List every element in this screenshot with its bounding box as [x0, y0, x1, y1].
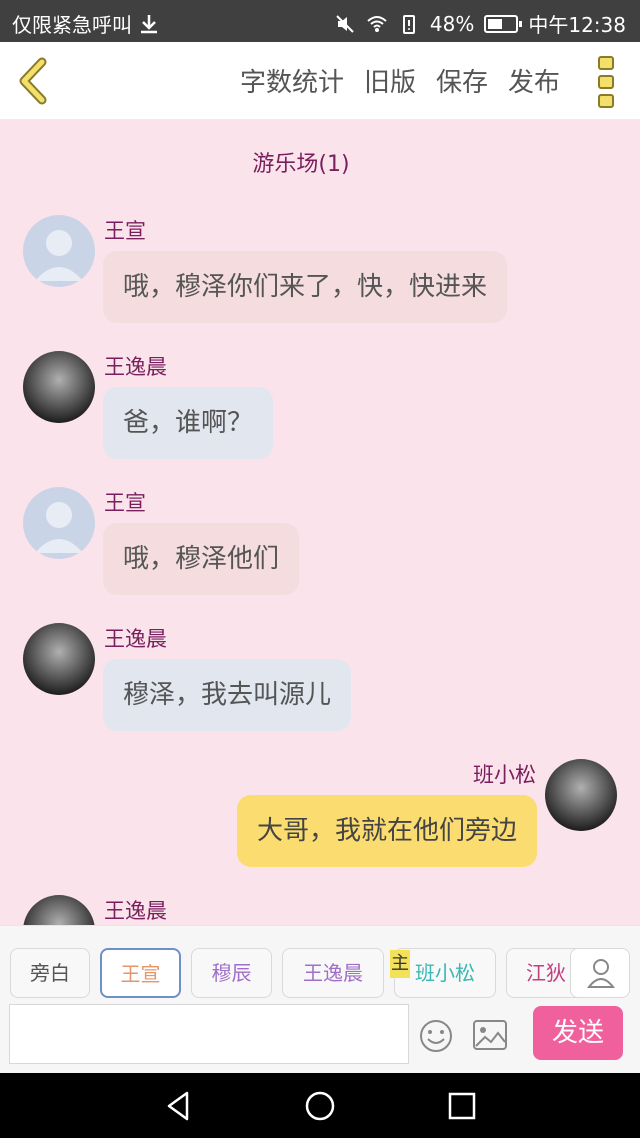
- avatar[interactable]: [545, 759, 617, 831]
- person-icon: [586, 959, 616, 988]
- more-menu-button[interactable]: [598, 56, 618, 108]
- more-dot-icon: [598, 75, 614, 89]
- message-bubble[interactable]: 哦，穆泽他们: [103, 523, 300, 595]
- word-count-button[interactable]: 字数统计: [240, 62, 344, 99]
- smiley-icon: [420, 1020, 452, 1052]
- room-title: 游乐场(1): [252, 152, 350, 177]
- role-manage-button[interactable]: [570, 948, 630, 998]
- save-button[interactable]: 保存: [436, 62, 488, 99]
- battery-icon: [484, 14, 523, 33]
- more-dot-icon: [598, 56, 614, 70]
- old-version-button[interactable]: 旧版: [364, 62, 416, 99]
- action-menu: 字数统计 旧版 保存 发布: [240, 62, 560, 99]
- message-input[interactable]: [9, 1004, 409, 1064]
- avatar[interactable]: [23, 487, 95, 559]
- message-bubble[interactable]: 爸，谁啊？: [103, 387, 274, 459]
- image-icon: [473, 1020, 507, 1050]
- message-bubble[interactable]: 大哥，我就在他们旁边: [236, 795, 537, 867]
- message-bubble[interactable]: 穆泽，我去叫源儿: [103, 659, 352, 731]
- role-selector: 旁白 王宣 穆辰 王逸晨 班小松 江狄: [0, 948, 640, 1000]
- role-wangyichen[interactable]: 王逸晨: [282, 948, 384, 998]
- avatar[interactable]: [23, 895, 95, 925]
- back-nav-icon[interactable]: [161, 1089, 195, 1123]
- status-bar: 仅限紧急呼叫 48% 中午12:38: [0, 0, 640, 42]
- host-badge: 主: [390, 950, 410, 978]
- message-bubble[interactable]: 哦，穆泽你们来了，快，快进来: [103, 251, 508, 323]
- role-muchen[interactable]: 穆辰: [191, 948, 272, 998]
- download-icon: [141, 14, 157, 33]
- default-user-icon: [35, 230, 83, 281]
- role-narrator[interactable]: 旁白: [10, 948, 90, 998]
- avatar[interactable]: [23, 623, 95, 695]
- wifi-icon: [367, 15, 387, 32]
- sender-name: 王宣: [104, 491, 146, 515]
- home-nav-icon[interactable]: [303, 1089, 337, 1123]
- more-dot-icon: [598, 94, 614, 108]
- recents-nav-icon[interactable]: [445, 1089, 479, 1123]
- battery-alert-icon: [402, 14, 415, 34]
- sender-name: 王逸晨: [104, 355, 167, 379]
- status-time: 中午12:38: [528, 13, 626, 37]
- back-button[interactable]: [14, 56, 54, 106]
- publish-button[interactable]: 发布: [508, 62, 560, 99]
- sender-name: 班小松: [473, 763, 536, 787]
- battery-percent: 48%: [429, 11, 475, 36]
- send-button[interactable]: 发送: [533, 1006, 623, 1060]
- sender-name: 王逸晨: [104, 899, 167, 923]
- app-bar: 字数统计 旧版 保存 发布: [0, 42, 640, 120]
- mute-icon: [336, 14, 354, 33]
- chevron-left-icon: [19, 57, 47, 105]
- avatar[interactable]: [23, 215, 95, 287]
- composer-panel: 旁白 王宣 穆辰 王逸晨 班小松 江狄 主 发送: [0, 925, 640, 1073]
- status-text: 仅限紧急呼叫: [12, 13, 132, 37]
- sender-name: 王逸晨: [104, 627, 167, 651]
- emoji-button[interactable]: [418, 1018, 454, 1054]
- chat-area[interactable]: 游乐场(1) 王宣 哦，穆泽你们来了，快，快进来 王逸晨 爸，谁啊？ 王宣 哦，…: [0, 120, 640, 925]
- default-user-icon: [35, 502, 83, 553]
- image-button[interactable]: [472, 1018, 508, 1052]
- role-wangxuan[interactable]: 王宣: [100, 948, 181, 998]
- avatar[interactable]: [23, 351, 95, 423]
- system-nav-bar: [0, 1073, 640, 1138]
- sender-name: 王宣: [104, 219, 146, 243]
